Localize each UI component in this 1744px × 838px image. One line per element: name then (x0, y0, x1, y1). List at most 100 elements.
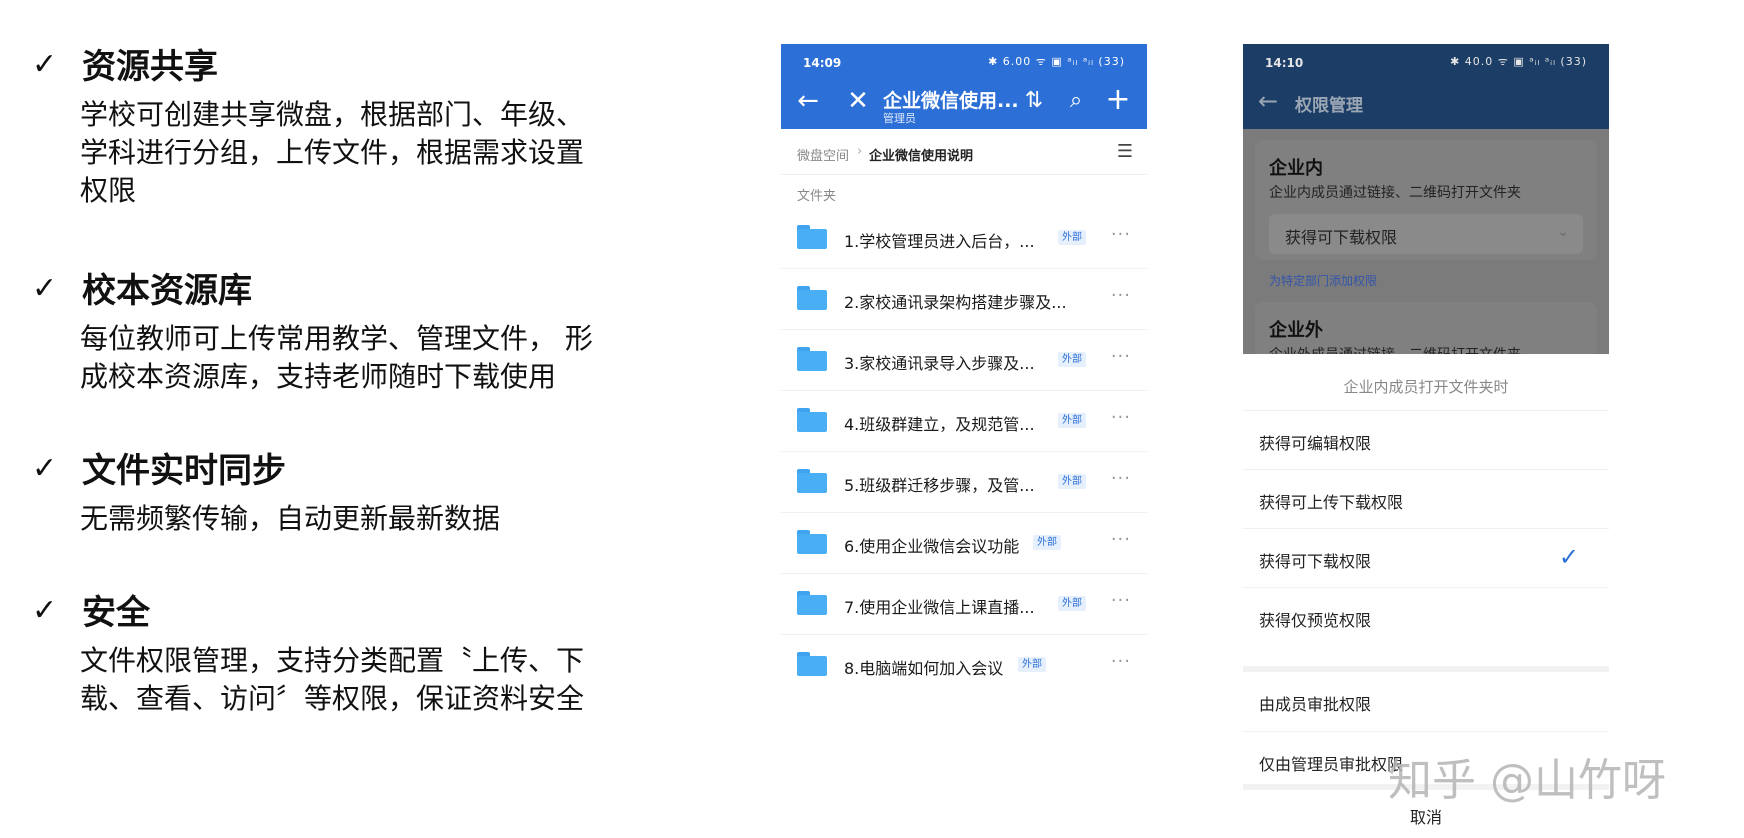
folder-icon (797, 591, 827, 615)
feature-description: 文件权限管理，支持分类配置〝上传、下 载、查看、访问〞等权限，保证资料安全 (80, 644, 585, 715)
folder-name: 3.家校通讯录导入步骤及... (844, 354, 1035, 373)
folder-icon (797, 530, 827, 554)
external-access-card: 企业外 企业外成员通过链接、二维码打开文件夹 (1255, 302, 1597, 354)
feature-description: 无需频繁传输，自动更新最新数据 (80, 502, 501, 535)
page-title: 企业微信使用... (883, 90, 1019, 112)
permission-select[interactable]: 获得可下载权限 ⌄ (1269, 214, 1583, 254)
more-icon[interactable]: ··· (1111, 590, 1131, 611)
folder-name: 1.学校管理员进入后台，... (844, 232, 1035, 251)
folder-icon (797, 408, 827, 432)
page-title: 权限管理 (1295, 96, 1363, 116)
folder-name: 5.班级群迁移步骤，及管... (844, 476, 1035, 495)
option-download-permission[interactable]: 获得可下载权限 ✓ (1243, 528, 1609, 587)
feature-title: 校本资源库 (82, 271, 252, 311)
more-icon[interactable]: ··· (1111, 651, 1131, 672)
card-title: 企业外 (1269, 320, 1323, 341)
card-description: 企业外成员通过链接、二维码打开文件夹 (1269, 344, 1521, 354)
option-label: 获得仅预览权限 (1259, 611, 1372, 630)
check-icon: ✓ (32, 451, 58, 486)
dimmed-background: 14:10 ✱ 40.0 ᯤ ▣ ᵃᵢₗ ᵃᵢₗ (33) ← 权限管理 企业内… (1243, 44, 1609, 354)
option-label: 仅由管理员审批权限 (1259, 755, 1404, 774)
external-badge: 外部 (1058, 596, 1086, 611)
option-edit-permission[interactable]: 获得可编辑权限 (1243, 410, 1609, 469)
status-bar: 14:09 ✱ 6.00 ᯤ ▣ ᵃᵢₗ ᵃᵢₗ (33) (781, 44, 1147, 78)
slide: ✓ 资源共享 学校可创建共享微盘，根据部门、年级、 学科进行分组，上传文件，根据… (0, 0, 1744, 838)
sort-icon[interactable]: ⇅ (1019, 86, 1049, 116)
folder-icon (797, 286, 827, 310)
external-badge: 外部 (1058, 352, 1086, 367)
external-badge: 外部 (1058, 413, 1086, 428)
card-title: 企业内 (1269, 158, 1323, 179)
status-bar: 14:10 ✱ 40.0 ᯤ ▣ ᵃᵢₗ ᵃᵢₗ (33) (1243, 44, 1609, 78)
section-label: 文件夹 (797, 189, 837, 204)
folder-name: 6.使用企业微信会议功能 (844, 537, 1020, 556)
folder-icon (797, 469, 827, 493)
folder-row[interactable]: 3.家校通讯录导入步骤及... 外部 ··· (781, 330, 1147, 391)
external-badge: 外部 (1033, 535, 1061, 550)
list-view-icon[interactable]: ☰ (1117, 141, 1133, 162)
chevron-down-icon: ⌄ (1557, 224, 1569, 240)
option-preview-permission[interactable]: 获得仅预览权限 (1243, 587, 1609, 646)
feature-description: 学校可创建共享微盘，根据部门、年级、 学科进行分组，上传文件，根据需求设置 权限 (80, 98, 585, 207)
more-icon[interactable]: ··· (1111, 224, 1131, 245)
chevron-right-icon: › (857, 144, 863, 159)
folder-row[interactable]: 6.使用企业微信会议功能 外部 ··· (781, 513, 1147, 574)
folder-name: 7.使用企业微信上课直播... (844, 598, 1035, 617)
breadcrumb-current: 企业微信使用说明 (869, 149, 974, 164)
feature-title: 文件实时同步 (82, 451, 286, 491)
external-badge: 外部 (1058, 474, 1086, 489)
option-label: 获得可上传下载权限 (1259, 493, 1404, 512)
feature-title: 资源共享 (82, 47, 218, 87)
app-bar: 14:09 ✱ 6.00 ᯤ ▣ ᵃᵢₗ ᵃᵢₗ (33) ← ✕ 企业微信使用… (781, 44, 1147, 129)
option-member-approval[interactable]: 由成员审批权限 (1243, 672, 1609, 731)
back-arrow-icon[interactable]: ← (1253, 86, 1283, 116)
phone-screenshot-permissions: 14:10 ✱ 40.0 ᯤ ▣ ᵃᵢₗ ᵃᵢₗ (33) ← 权限管理 企业内… (1243, 44, 1609, 838)
search-icon[interactable]: ⌕ (1061, 86, 1091, 116)
folder-icon (797, 225, 827, 249)
external-badge: 外部 (1018, 657, 1046, 672)
feature-title: 安全 (82, 593, 150, 633)
folder-row[interactable]: 1.学校管理员进入后台，... 外部 ··· (781, 208, 1147, 269)
close-icon[interactable]: ✕ (843, 86, 873, 116)
folder-name: 8.电脑端如何加入会议 (844, 659, 1004, 678)
internal-access-card: 企业内 企业内成员通过链接、二维码打开文件夹 获得可下载权限 ⌄ (1255, 140, 1597, 260)
status-time: 14:10 (1265, 56, 1304, 70)
folder-icon (797, 652, 827, 676)
checkmark-icon: ✓ (1558, 543, 1579, 571)
card-description: 企业内成员通过链接、二维码打开文件夹 (1269, 185, 1521, 201)
folder-name: 2.家校通讯录架构搭建步骤及... (844, 293, 1067, 312)
check-icon: ✓ (32, 47, 58, 82)
folder-row[interactable]: 8.电脑端如何加入会议 外部 ··· (781, 635, 1147, 684)
watermark: 知乎 @山竹呀 (1388, 755, 1666, 806)
more-icon[interactable]: ··· (1111, 529, 1131, 550)
folder-row[interactable]: 5.班级群迁移步骤，及管... 外部 ··· (781, 452, 1147, 513)
external-badge: 外部 (1058, 230, 1086, 245)
more-icon[interactable]: ··· (1111, 285, 1131, 306)
permission-select-value: 获得可下载权限 (1285, 228, 1398, 247)
more-icon[interactable]: ··· (1111, 468, 1131, 489)
folder-row[interactable]: 7.使用企业微信上课直播... 外部 ··· (781, 574, 1147, 635)
folder-row[interactable]: 4.班级群建立，及规范管... 外部 ··· (781, 391, 1147, 452)
option-upload-download-permission[interactable]: 获得可上传下载权限 (1243, 469, 1609, 528)
folder-row[interactable]: 2.家校通讯录架构搭建步骤及... ··· (781, 269, 1147, 330)
back-arrow-icon[interactable]: ← (793, 86, 823, 116)
feature-description: 每位教师可上传常用教学、管理文件， 形 成校本资源库，支持老师随时下载使用 (80, 322, 593, 393)
app-bar: 14:10 ✱ 40.0 ᯤ ▣ ᵃᵢₗ ᵃᵢₗ (33) ← 权限管理 (1243, 44, 1609, 129)
folder-name: 4.班级群建立，及规范管... (844, 415, 1035, 434)
add-icon[interactable]: + (1103, 84, 1133, 116)
status-time: 14:09 (803, 56, 842, 70)
option-label: 获得可编辑权限 (1259, 434, 1372, 453)
more-icon[interactable]: ··· (1111, 407, 1131, 428)
page-subtitle: 管理员 (883, 112, 916, 125)
breadcrumb: 微盘空间 › 企业微信使用说明 ☰ (781, 129, 1147, 175)
status-icons: ✱ 40.0 ᯤ ▣ ᵃᵢₗ ᵃᵢₗ (33) (1450, 55, 1587, 68)
breadcrumb-root-link[interactable]: 微盘空间 (797, 145, 849, 164)
status-icons: ✱ 6.00 ᯤ ▣ ᵃᵢₗ ᵃᵢₗ (33) (988, 55, 1125, 68)
check-icon: ✓ (32, 593, 58, 628)
phone-screenshot-file-list: 14:09 ✱ 6.00 ᯤ ▣ ᵃᵢₗ ᵃᵢₗ (33) ← ✕ 企业微信使用… (781, 44, 1147, 684)
sheet-title: 企业内成员打开文件夹时 (1343, 378, 1509, 396)
check-icon: ✓ (32, 271, 58, 306)
more-icon[interactable]: ··· (1111, 346, 1131, 367)
add-department-permission-link[interactable]: 为特定部门添加权限 (1269, 272, 1377, 289)
option-label: 由成员审批权限 (1259, 695, 1372, 714)
